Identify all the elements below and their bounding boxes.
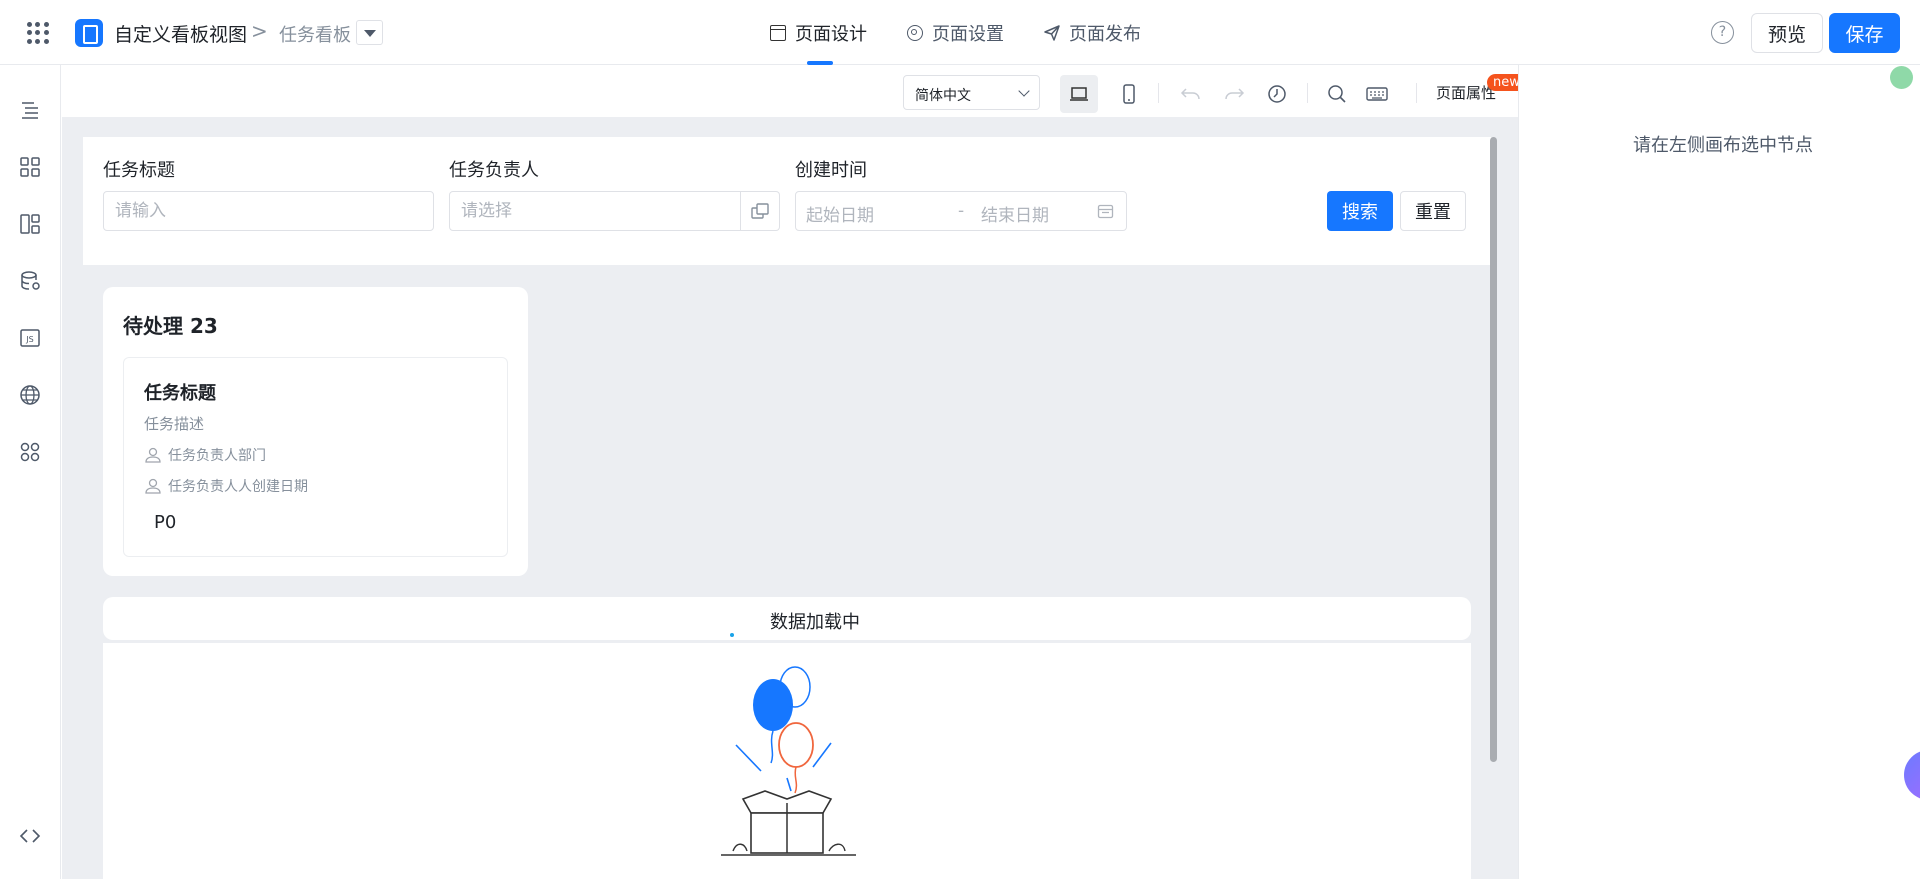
reset-button[interactable]: 重置: [1400, 191, 1466, 231]
user-icon: [145, 478, 161, 494]
help-icon[interactable]: ?: [1711, 21, 1734, 44]
undo-icon[interactable]: [1172, 75, 1210, 113]
empty-balloons-box-icon: [721, 666, 856, 856]
tab-page-settings[interactable]: 页面设置: [907, 0, 1004, 65]
loading-spinner: [730, 633, 734, 637]
empty-state-panel: [103, 643, 1471, 879]
keyboard-icon[interactable]: [1358, 75, 1396, 113]
breadcrumb-page-name[interactable]: 任务看板: [279, 21, 351, 47]
search-icon[interactable]: [1318, 75, 1356, 113]
toolbar-divider: [1307, 83, 1308, 103]
preview-button[interactable]: 预览: [1751, 13, 1823, 53]
end-date-placeholder[interactable]: 结束日期: [981, 201, 1049, 226]
components-grid-icon[interactable]: [19, 156, 41, 178]
column-title: 待处理 23: [123, 314, 218, 338]
tab-label: 页面设置: [932, 23, 1004, 45]
top-tabs: 页面设计 页面设置 页面发布: [770, 0, 1141, 65]
calendar-icon: [1097, 204, 1114, 219]
member-picker-button[interactable]: [740, 191, 780, 231]
search-button[interactable]: 搜索: [1327, 191, 1393, 231]
card-created-row: 任务负责人人创建日期: [144, 476, 308, 496]
select-node-hint: 请在左侧画布选中节点: [1633, 135, 1813, 156]
filter-created-label: 创建时间: [795, 160, 867, 181]
save-button[interactable]: 保存: [1829, 13, 1900, 53]
tab-label: 页面发布: [1069, 23, 1141, 45]
loading-text: 数据加载中: [770, 612, 860, 633]
svg-text:JS: JS: [25, 335, 33, 344]
layout-icon: [770, 24, 786, 41]
filter-owner-label: 任务负责人: [449, 160, 539, 181]
breadcrumb-separator: >: [251, 19, 268, 43]
card-department-row: 任务负责人部门: [144, 445, 266, 465]
layout-template-icon[interactable]: [19, 213, 41, 235]
left-sidebar: JS: [0, 65, 61, 879]
globe-icon[interactable]: [19, 384, 41, 406]
filter-title-label: 任务标题: [103, 160, 175, 181]
start-date-placeholder[interactable]: 起始日期: [806, 201, 874, 226]
toolbar-divider: [1158, 83, 1159, 103]
task-owner-select[interactable]: [449, 191, 741, 231]
canvas-toolbar: 简体中文 页面属性 new: [62, 65, 1526, 117]
tab-page-design[interactable]: 页面设计: [770, 0, 867, 65]
history-clock-icon[interactable]: [1258, 75, 1296, 113]
range-separator: -: [958, 201, 965, 221]
mobile-view-icon[interactable]: [1110, 75, 1148, 113]
page-switch-dropdown-icon[interactable]: [356, 20, 383, 45]
card-department: 任务负责人部门: [168, 448, 266, 464]
user-icon: [145, 447, 161, 463]
toolbar-divider: [1416, 83, 1417, 103]
outline-tree-icon[interactable]: [19, 99, 41, 121]
top-bar: 自定义看板视图 > 任务看板 页面设计 页面设置 页面发布 ? 预览 保存: [0, 0, 1920, 65]
tab-label: 页面设计: [795, 23, 867, 45]
send-icon: [1044, 24, 1060, 41]
apps-icon[interactable]: [19, 441, 41, 463]
canvas-scrollbar[interactable]: [1490, 137, 1497, 762]
breadcrumb-app-name[interactable]: 自定义看板视图: [114, 20, 247, 47]
card-description: 任务描述: [144, 415, 205, 433]
status-dot: [1890, 66, 1913, 89]
app-menu-grid-icon[interactable]: [27, 22, 49, 44]
card-created: 任务负责人人创建日期: [168, 479, 308, 495]
date-range-picker[interactable]: 起始日期 - 结束日期: [795, 191, 1127, 231]
code-brackets-icon[interactable]: [19, 825, 41, 847]
copy-windows-icon: [750, 203, 769, 219]
tab-page-publish[interactable]: 页面发布: [1044, 0, 1141, 65]
gear-icon: [907, 24, 923, 41]
redo-icon[interactable]: [1215, 75, 1253, 113]
app-logo: [75, 19, 103, 47]
desktop-view-icon[interactable]: [1060, 75, 1098, 113]
data-source-icon[interactable]: [19, 270, 41, 292]
task-title-input[interactable]: [103, 191, 434, 231]
js-code-icon[interactable]: JS: [19, 327, 41, 349]
properties-panel: [1518, 65, 1920, 879]
card-priority: P0: [154, 512, 177, 533]
language-select[interactable]: 简体中文: [903, 75, 1040, 110]
card-title: 任务标题: [144, 383, 216, 404]
